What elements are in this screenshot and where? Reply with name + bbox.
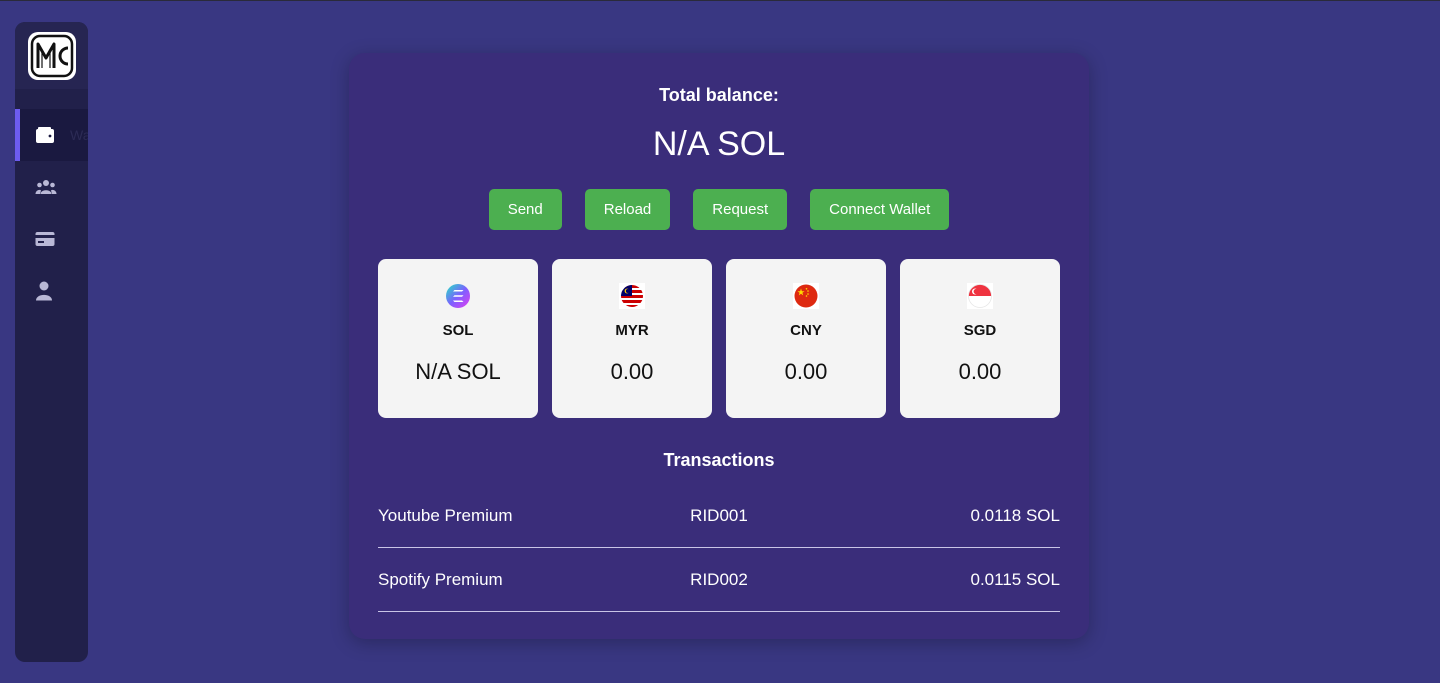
transactions-heading: Transactions xyxy=(663,450,775,470)
reload-button[interactable]: Reload xyxy=(584,189,671,230)
sidebar-item-wallet[interactable]: Wallet xyxy=(15,109,88,161)
currency-card-myr[interactable]: MYR 0.00 xyxy=(552,259,712,418)
transaction-amount: 0.0118 SOL xyxy=(970,505,1060,525)
user-icon xyxy=(36,281,52,301)
sidebar-item-label: Wallet xyxy=(70,127,88,143)
sidebar-item-profile[interactable] xyxy=(15,265,88,317)
mc-logo-icon xyxy=(30,34,73,77)
currency-code: CNY xyxy=(790,322,822,339)
transaction-id: RID002 xyxy=(690,569,748,589)
total-balance-label: Total balance: xyxy=(659,85,779,105)
credit-card-icon xyxy=(35,232,55,246)
sidebar-item-cards[interactable] xyxy=(15,213,88,265)
solana-icon xyxy=(446,284,470,308)
transaction-name: Youtube Premium xyxy=(378,505,513,525)
transaction-row[interactable]: Spotify Premium RID002 0.0115 SOL xyxy=(378,548,1060,612)
logo-container xyxy=(15,22,88,89)
currency-list: SOL N/A SOL MYR 0.00 CNY 0.00 SGD 0.00 xyxy=(378,259,1060,418)
sidebar-item-users[interactable] xyxy=(15,161,88,213)
transaction-id: RID001 xyxy=(690,505,748,525)
currency-amount: 0.00 xyxy=(784,359,828,384)
currency-amount: 0.00 xyxy=(958,359,1002,384)
currency-amount: 0.00 xyxy=(610,359,654,384)
wallet-actions: Send Reload Request Connect Wallet xyxy=(349,189,1089,230)
currency-code: SOL xyxy=(442,322,474,339)
sidebar: Wallet xyxy=(15,22,88,662)
transaction-list: Youtube Premium RID001 0.0118 SOL Spotif… xyxy=(378,484,1060,612)
currency-code: MYR xyxy=(615,322,649,339)
currency-card-sgd[interactable]: SGD 0.00 xyxy=(900,259,1060,418)
malaysia-flag-icon xyxy=(619,283,645,309)
currency-code: SGD xyxy=(963,322,997,339)
currency-card-sol[interactable]: SOL N/A SOL xyxy=(378,259,538,418)
currency-amount: N/A SOL xyxy=(415,359,501,384)
wallet-card: Total balance: N/A SOL Send Reload Reque… xyxy=(349,53,1089,639)
transaction-row[interactable]: Youtube Premium RID001 0.0118 SOL xyxy=(378,484,1060,548)
singapore-flag-icon xyxy=(967,283,993,309)
china-flag-icon xyxy=(793,283,819,309)
connect-wallet-button[interactable]: Connect Wallet xyxy=(810,189,950,230)
transaction-amount: 0.0115 SOL xyxy=(970,569,1060,589)
users-icon xyxy=(35,180,57,194)
app-logo[interactable] xyxy=(27,31,76,80)
transaction-name: Spotify Premium xyxy=(378,569,503,589)
total-balance-value: N/A SOL xyxy=(652,125,786,163)
wallet-icon xyxy=(36,127,54,143)
request-button[interactable]: Request xyxy=(693,189,788,230)
currency-card-cny[interactable]: CNY 0.00 xyxy=(726,259,886,418)
send-button[interactable]: Send xyxy=(488,189,562,230)
